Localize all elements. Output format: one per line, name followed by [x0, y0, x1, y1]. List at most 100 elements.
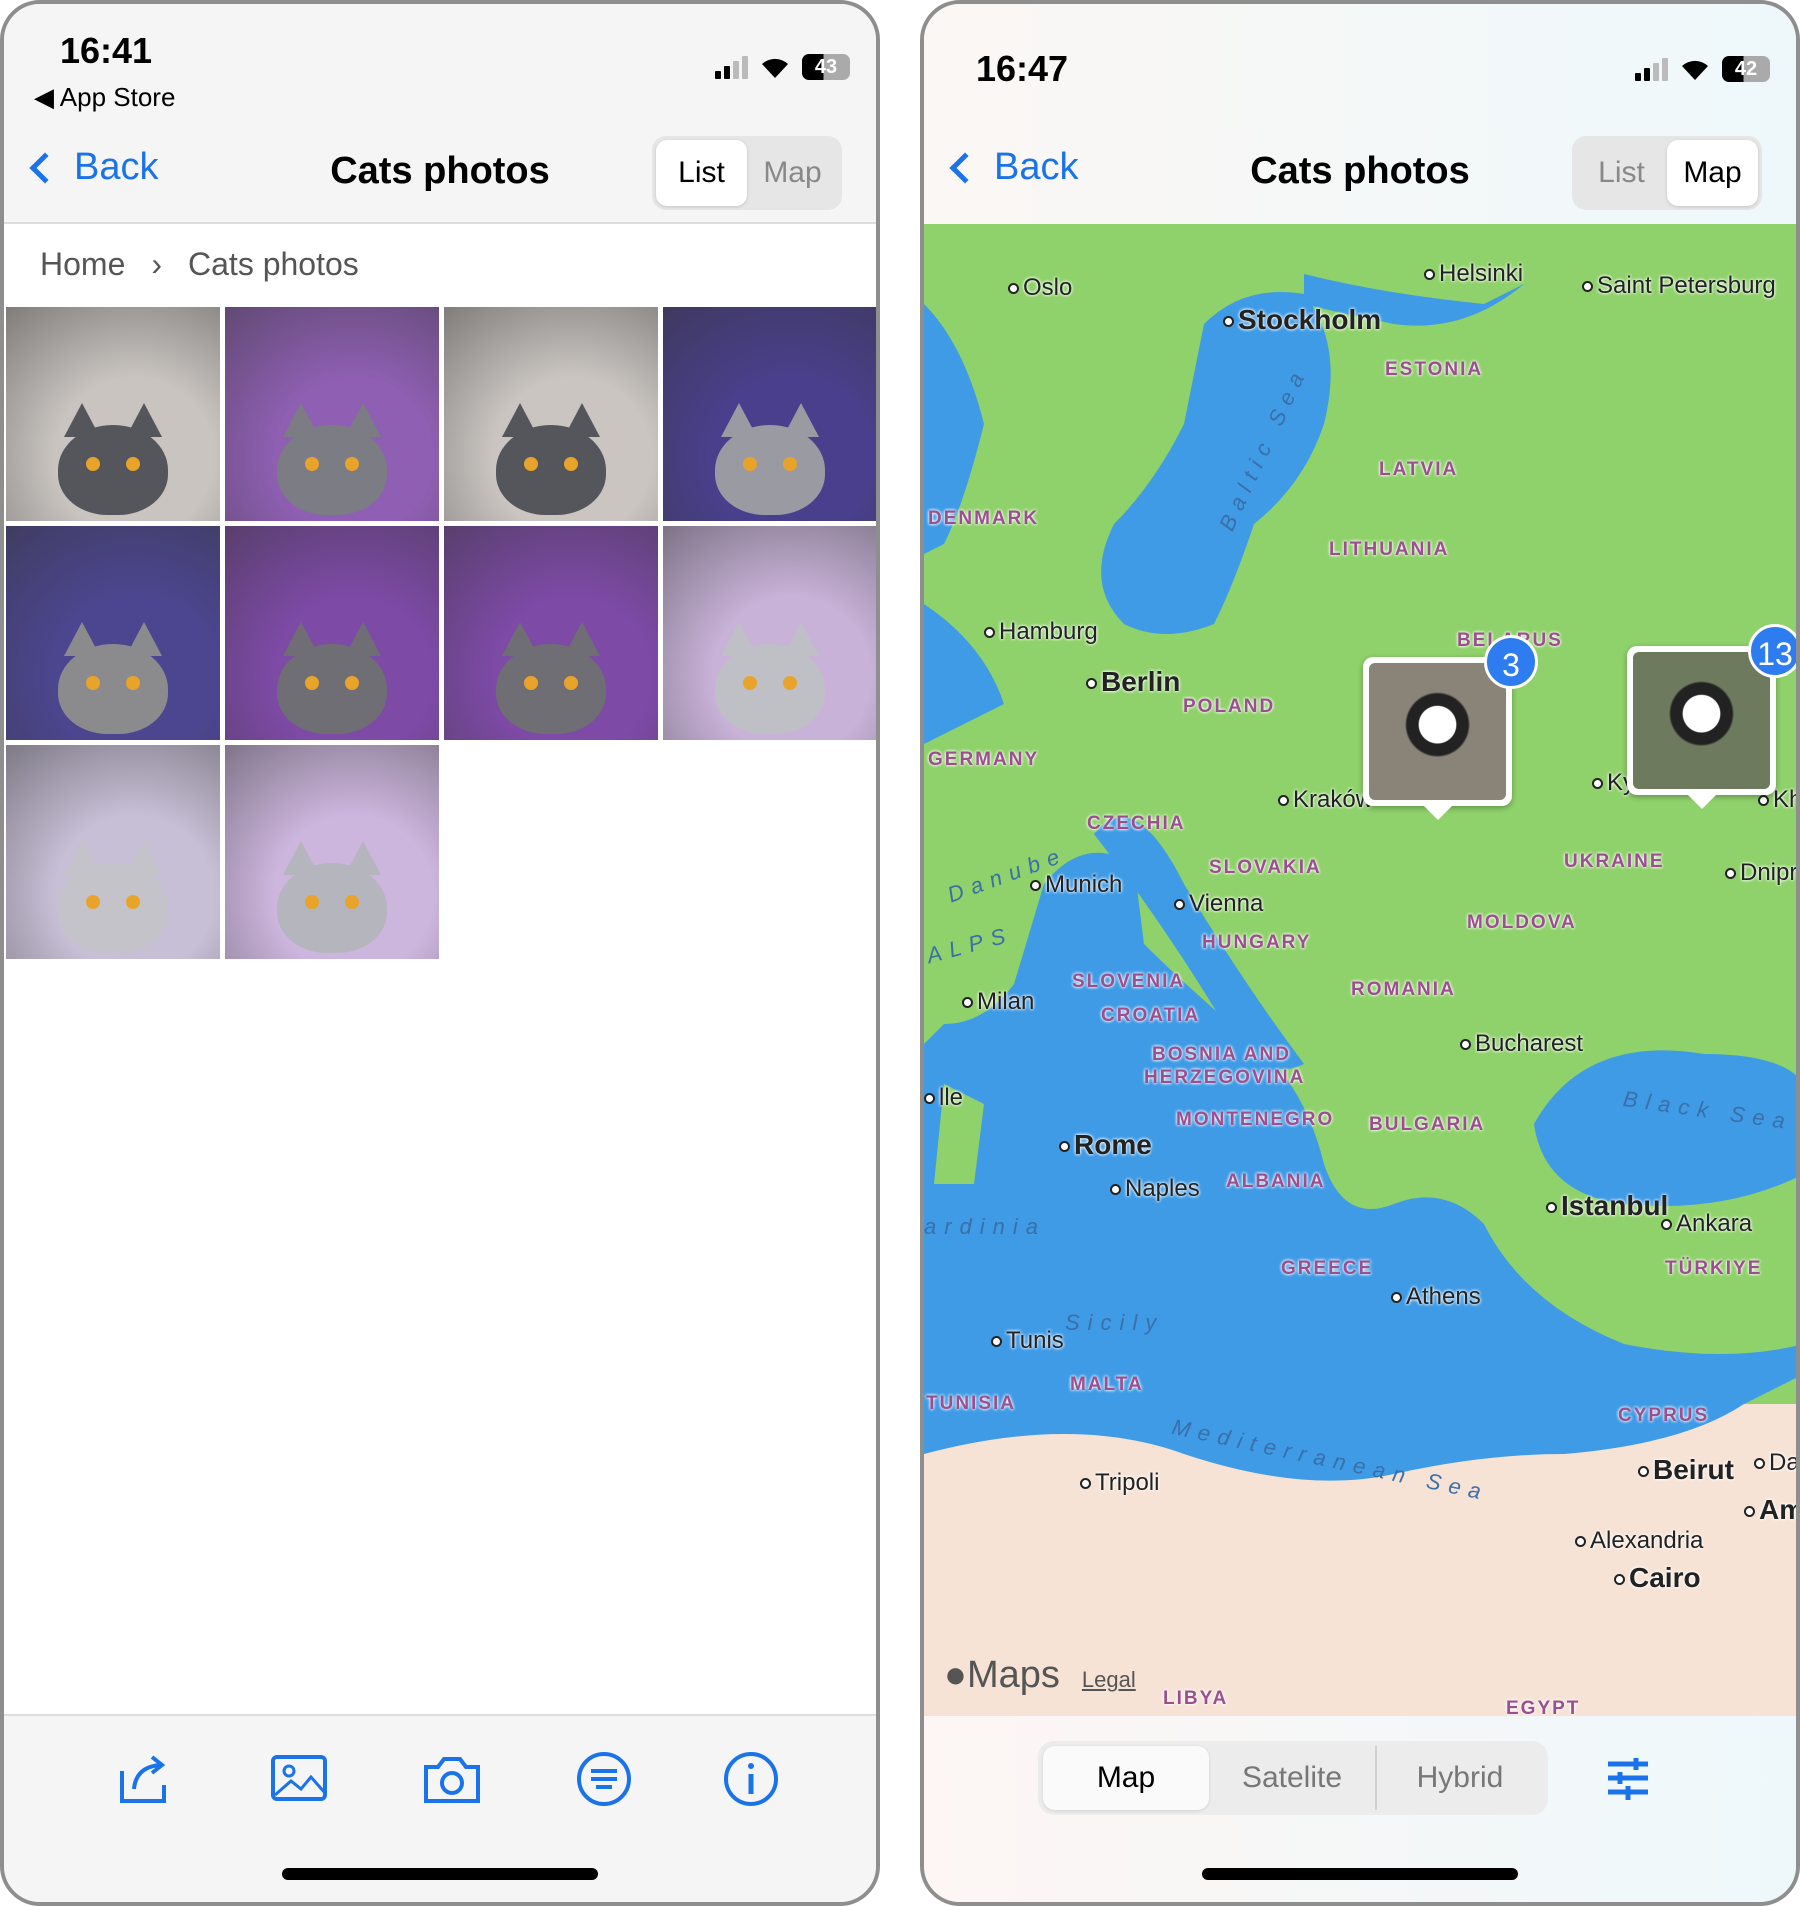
breadcrumb-home[interactable]: Home — [40, 246, 125, 283]
map-screen: 16:47 42 Back Cats photos List Map Oslo H… — [920, 0, 1800, 1906]
maps-attribution: ●Maps Legal — [944, 1654, 1136, 1697]
photo-thumbnail[interactable] — [225, 307, 439, 521]
map-label: GREECE — [1281, 1258, 1374, 1279]
photo-thumbnail[interactable] — [6, 526, 220, 740]
map-label: HUNGARY — [1202, 932, 1312, 953]
cat-image — [277, 402, 387, 515]
map-label: POLAND — [1183, 696, 1276, 717]
sliders-icon[interactable] — [1604, 1754, 1652, 1802]
map-label: LIBYA — [1163, 1688, 1229, 1709]
maps-logo-text: Maps — [966, 1654, 1060, 1696]
map-label: SLOVENIA — [1072, 971, 1186, 992]
info-icon[interactable] — [721, 1749, 781, 1809]
map-label: TUNISIA — [926, 1393, 1016, 1414]
map-label: BULGARIA — [1369, 1114, 1486, 1135]
tab-map[interactable]: Map — [747, 140, 838, 206]
status-time: 16:47 — [976, 48, 1069, 89]
map-label: TÜRKIYE — [1665, 1258, 1763, 1279]
map-label: UKRAINE — [1564, 851, 1665, 872]
home-indicator[interactable] — [282, 1868, 598, 1880]
photo-grid — [4, 307, 876, 959]
cat-image — [715, 621, 825, 734]
cat-image — [58, 621, 168, 734]
tab-map[interactable]: Map — [1667, 140, 1758, 206]
signal-icon — [715, 55, 748, 79]
map-label: CROATIA — [1101, 1005, 1201, 1026]
tab-list[interactable]: List — [656, 140, 747, 206]
map-label: Athens — [1391, 1283, 1481, 1311]
map-view[interactable]: Oslo Helsinki Saint Petersburg Stockholm EST… — [924, 224, 1796, 1716]
battery-icon: 42 — [1722, 56, 1770, 82]
photo-thumbnail[interactable] — [6, 307, 220, 521]
map-label: HERZEGOVINA — [1144, 1067, 1306, 1088]
cat-image — [496, 402, 606, 515]
map-label: DENMARK — [928, 508, 1040, 529]
list-icon[interactable] — [574, 1749, 634, 1809]
map-label: Hamburg — [984, 618, 1098, 646]
map-label: CZECHIA — [1087, 813, 1186, 834]
map-label: Saint Petersburg — [1582, 272, 1776, 300]
cluster-count-badge: 3 — [1484, 635, 1538, 689]
map-label: MALTA — [1070, 1374, 1144, 1395]
photo-icon[interactable] — [269, 1749, 329, 1809]
map-label: EGYPT — [1506, 1698, 1581, 1716]
map-label: Ankara — [1661, 1210, 1752, 1238]
cluster-count-badge: 13 — [1748, 624, 1796, 678]
cat-image — [496, 621, 606, 734]
breadcrumb-current: Cats photos — [188, 246, 359, 282]
map-base — [924, 274, 1796, 1716]
map-label: Bucharest — [1460, 1030, 1583, 1058]
view-toggle: List Map — [1572, 136, 1762, 210]
map-label: LATVIA — [1379, 459, 1459, 480]
camera-icon[interactable] — [422, 1749, 482, 1809]
map-label: Berlin — [1086, 666, 1180, 698]
map-label: Beirut — [1638, 1454, 1734, 1486]
status-time: 16:41 — [60, 30, 153, 71]
cat-image — [715, 402, 825, 515]
photo-thumbnail[interactable] — [6, 745, 220, 959]
cat-image — [277, 840, 387, 953]
map-label: Dar — [1754, 1449, 1796, 1477]
cat-image — [58, 402, 168, 515]
map-label: Oslo — [1008, 274, 1072, 302]
map-type-satellite[interactable]: Satelite — [1209, 1746, 1377, 1810]
map-label: LITHUANIA — [1329, 539, 1450, 560]
photo-thumbnail[interactable] — [444, 526, 658, 740]
breadcrumb: Home › Cats photos — [40, 246, 359, 283]
legal-link[interactable]: Legal — [1082, 1667, 1136, 1693]
map-label: lle — [924, 1084, 963, 1112]
tab-list[interactable]: List — [1576, 140, 1667, 206]
maps-logo: ●Maps — [944, 1654, 1060, 1697]
map-label: Naples — [1110, 1175, 1200, 1203]
photo-thumbnail[interactable] — [663, 307, 876, 521]
map-label: ardinia — [924, 1214, 1047, 1239]
share-icon[interactable] — [114, 1749, 174, 1809]
apple-icon: ● — [944, 1654, 967, 1696]
map-label: Stockholm — [1223, 304, 1381, 336]
back-to-app-store[interactable]: ◀ App Store — [34, 82, 175, 113]
map-type-map[interactable]: Map — [1043, 1746, 1209, 1810]
status-icons: 42 — [1635, 56, 1770, 82]
map-label: MOLDOVA — [1467, 912, 1577, 933]
map-label: Helsinki — [1424, 260, 1523, 288]
photo-thumbnail[interactable] — [225, 526, 439, 740]
map-label: Dnipro — [1725, 859, 1796, 887]
cat-image — [277, 621, 387, 734]
wifi-icon — [762, 58, 788, 78]
map-type-hybrid[interactable]: Hybrid — [1377, 1746, 1543, 1810]
map-label: Milan — [962, 988, 1034, 1016]
map-label: Am — [1744, 1494, 1796, 1526]
photo-thumbnail[interactable] — [444, 307, 658, 521]
map-label: Alexandria — [1575, 1527, 1703, 1555]
map-label: Cairo — [1614, 1562, 1701, 1594]
wifi-icon — [1682, 60, 1708, 80]
photo-cluster-pin[interactable]: 3 — [1363, 635, 1538, 820]
photo-cluster-pin[interactable]: 13 — [1627, 624, 1796, 809]
photo-thumbnail[interactable] — [663, 526, 876, 740]
map-label: Rome — [1059, 1129, 1152, 1161]
photo-thumbnail[interactable] — [225, 745, 439, 959]
map-label: Istanbul — [1546, 1190, 1668, 1222]
map-label: Sicily — [1065, 1310, 1165, 1335]
map-label: MONTENEGRO — [1176, 1109, 1335, 1130]
home-indicator[interactable] — [1202, 1868, 1518, 1880]
